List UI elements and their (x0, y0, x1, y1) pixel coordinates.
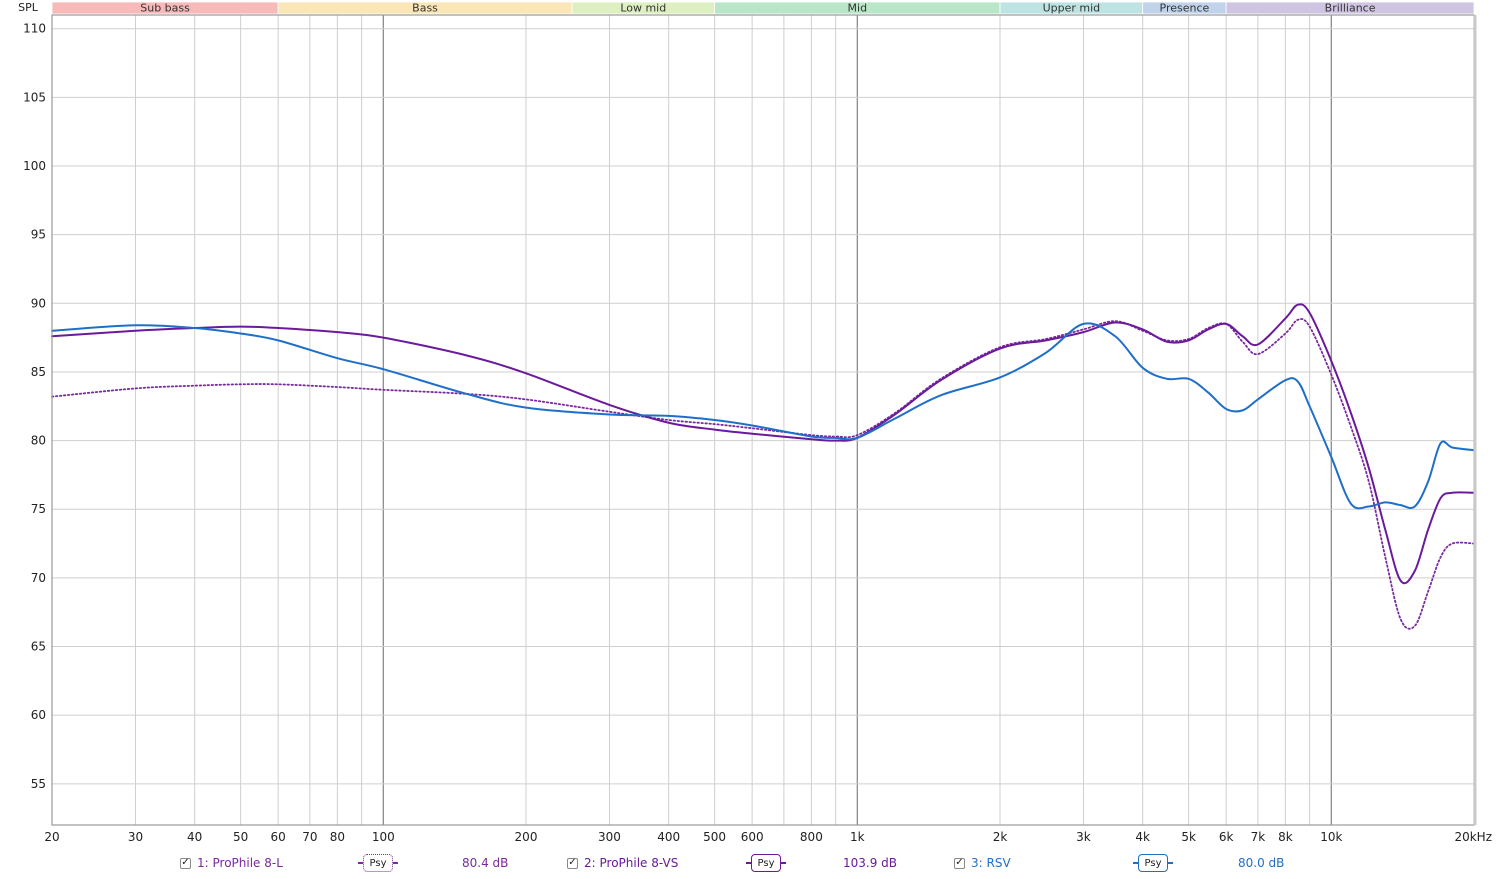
y-tick-4: 75 (31, 502, 46, 516)
legend-item-1[interactable]: ✓ 1: ProPhile 8-L (180, 852, 283, 874)
y-tick-6: 85 (31, 365, 46, 379)
x-tick-19: 6k (1219, 830, 1234, 844)
series-1-psy-toggle[interactable]: Psy (358, 853, 398, 873)
x-tick-8: 200 (515, 830, 538, 844)
band-label-1: Bass (412, 2, 438, 15)
y-tick-11: 110 (23, 22, 46, 36)
x-tick-17: 4k (1135, 830, 1150, 844)
x-tick-13: 800 (800, 830, 823, 844)
x-tick-1: 30 (128, 830, 143, 844)
y-tick-10: 105 (23, 90, 46, 104)
frequency-bands: Sub bass Bass Low mid Mid Upper mid Presence B… (51, 2, 1475, 15)
x-tick-23: 20kHz (1454, 830, 1492, 844)
series-3-checkbox[interactable]: ✓ (954, 857, 965, 869)
x-tick-3: 50 (233, 830, 248, 844)
x-tick-14: 1k (850, 830, 865, 844)
x-tick-20: 7k (1251, 830, 1266, 844)
band-label-4: Upper mid (1043, 2, 1101, 15)
series-3-level: 80.0 dB (1238, 856, 1285, 870)
x-tick-2: 40 (187, 830, 202, 844)
series-1-checkbox[interactable]: ✓ (180, 857, 191, 869)
x-tick-0: 20 (44, 830, 59, 844)
band-label-3: Mid (848, 2, 868, 15)
series-2-psy-toggle[interactable]: Psy (746, 853, 786, 873)
series-3-psy-label: Psy (1138, 854, 1168, 872)
y-tick-0: 55 (31, 777, 46, 791)
y-tick-2: 65 (31, 640, 46, 654)
series-1-label: 1: ProPhile 8-L (197, 856, 283, 870)
series-3-psy-toggle[interactable]: Psy (1133, 853, 1173, 873)
x-tick-6: 80 (330, 830, 345, 844)
series-2-checkbox[interactable]: ✓ (567, 857, 578, 869)
legend-item-2[interactable]: ✓ 2: ProPhile 8-VS (567, 852, 678, 874)
y-tick-8: 95 (31, 228, 46, 242)
series-2-level: 103.9 dB (843, 856, 898, 870)
y-tick-1: 60 (31, 708, 46, 722)
x-tick-22: 10k (1320, 830, 1342, 844)
band-label-5: Presence (1160, 2, 1210, 15)
x-tick-11: 500 (703, 830, 726, 844)
band-label-2: Low mid (620, 2, 666, 15)
series-2-label: 2: ProPhile 8-VS (584, 856, 679, 870)
y-tick-9: 100 (23, 159, 46, 173)
y-axis-label: SPL (18, 1, 39, 14)
plot-area (51, 14, 1475, 826)
x-tick-18: 5k (1181, 830, 1196, 844)
series-1-psy-label: Psy (363, 854, 393, 872)
band-label-6: Brilliance (1325, 2, 1376, 15)
series-1-level: 80.4 dB (462, 856, 509, 870)
y-tick-7: 90 (31, 296, 46, 310)
x-tick-16: 3k (1076, 830, 1091, 844)
series-2-psy-label: Psy (751, 854, 781, 872)
x-tick-7: 100 (372, 830, 395, 844)
x-tick-10: 400 (657, 830, 680, 844)
legend-item-3[interactable]: ✓ 3: RSV (954, 852, 1011, 874)
x-tick-21: 8k (1278, 830, 1293, 844)
y-tick-5: 80 (31, 434, 46, 448)
y-tick-labels: 55 60 65 70 75 80 85 90 95 100 105 110 (23, 22, 46, 791)
x-tick-15: 2k (993, 830, 1008, 844)
y-tick-3: 70 (31, 571, 46, 585)
band-label-0: Sub bass (140, 2, 190, 15)
x-tick-5: 70 (302, 830, 317, 844)
x-tick-labels: 20 30 40 50 60 70 80 100 200 300 400 500 600 800 1k 2k 3… (44, 830, 1492, 844)
series-3-label: 3: RSV (971, 856, 1011, 870)
x-tick-9: 300 (598, 830, 621, 844)
x-tick-12: 600 (741, 830, 764, 844)
frequency-response-chart: Sub bass Bass Low mid Mid Upper mid Presence B… (18, 1, 1492, 844)
x-tick-4: 60 (271, 830, 286, 844)
